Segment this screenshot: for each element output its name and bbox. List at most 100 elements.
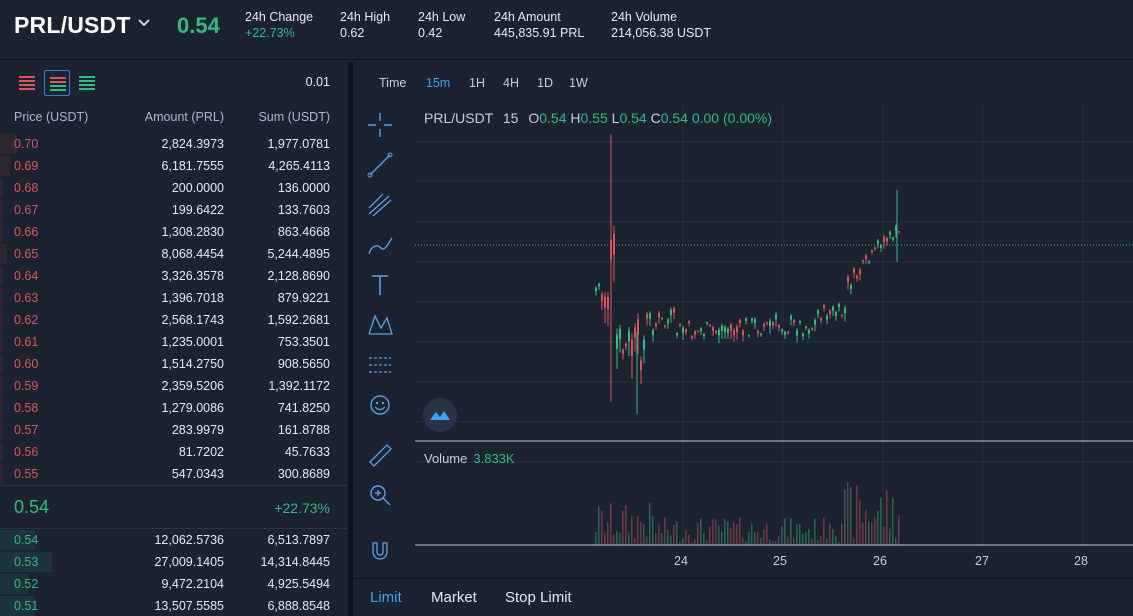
candle-body (730, 324, 732, 331)
volume-bar (613, 534, 615, 545)
candle-body (871, 250, 873, 253)
volume-bar (742, 537, 744, 545)
orderbook-row[interactable]: 0.59 2,359.5206 1,392.1172 (0, 375, 348, 397)
orderbook-row[interactable]: 0.65 8,068.4454 5,244.4895 (0, 243, 348, 265)
row-amount: 6,181.7555 (161, 159, 224, 173)
ruler-icon[interactable] (365, 440, 395, 470)
timeframe-1w[interactable]: 1W (569, 76, 588, 90)
row-amount: 1,308.2830 (161, 225, 224, 239)
orderbook-row[interactable]: 0.57 283.9979 161.8788 (0, 419, 348, 441)
zoom-in-icon[interactable] (365, 480, 395, 510)
tab-limit[interactable]: Limit (370, 589, 402, 606)
volume-bar (637, 516, 639, 545)
volume-bar (607, 522, 609, 545)
row-sum: 908.5650 (277, 357, 330, 371)
orderbook-row[interactable]: 0.67 199.6422 133.7603 (0, 199, 348, 221)
volume-bar (655, 533, 657, 545)
timeframe-15m[interactable]: 15m (426, 76, 450, 90)
volume-bar (772, 541, 774, 545)
brush-icon[interactable] (365, 230, 395, 260)
orderbook-row[interactable]: 0.64 3,326.3578 2,128.8690 (0, 265, 348, 287)
legend-low: 0.54 (619, 110, 647, 126)
orderbook-row[interactable]: 0.61 1,235.0001 753.3501 (0, 331, 348, 353)
tab-stop-limit[interactable]: Stop Limit (505, 589, 572, 606)
candle-body (667, 319, 669, 324)
row-amount: 2,568.1743 (161, 313, 224, 327)
candle-body (706, 322, 708, 324)
depth-bar (0, 288, 3, 308)
chart-panel: Time 15m 1H 4H 1D 1W PRL/USDT 15 O0.54 H… (353, 62, 1133, 576)
orderbook-row[interactable]: 0.68 200.0000 136.0000 (0, 177, 348, 199)
timeframe-1d[interactable]: 1D (537, 76, 553, 90)
x-axis-label: 27 (975, 554, 989, 568)
text-tool-icon[interactable] (365, 270, 395, 300)
orderbook-row[interactable]: 0.58 1,279.0086 741.8250 (0, 397, 348, 419)
stat-label: 24h High (340, 10, 391, 24)
row-sum: 2,128.8690 (267, 269, 330, 283)
depth-bar (0, 222, 3, 242)
magnet-icon[interactable] (365, 535, 395, 565)
depth-bar (0, 310, 3, 330)
pair-selector[interactable]: PRL/USDT (14, 12, 131, 39)
orderbook-row[interactable]: 0.63 1,396.7018 879.9221 (0, 287, 348, 309)
candle-body (814, 319, 816, 325)
timeframe-time[interactable]: Time (379, 76, 406, 90)
candle-body (682, 327, 684, 333)
pitchfork-icon[interactable] (365, 190, 395, 220)
orderbook-row[interactable]: 0.66 1,308.2830 863.4668 (0, 221, 348, 243)
view-bids-button[interactable] (74, 70, 100, 96)
timeframe-1h[interactable]: 1H (469, 76, 485, 90)
candle-body (640, 360, 642, 371)
candle-body (646, 313, 648, 319)
prediction-icon[interactable] (365, 350, 395, 380)
orderbook-row[interactable]: 0.69 6,181.7555 4,265.4113 (0, 155, 348, 177)
orderbook-row[interactable]: 0.51 13,507.5585 6,888.8548 (0, 595, 348, 616)
volume-bar (727, 521, 729, 545)
chevron-down-icon[interactable] (136, 14, 152, 30)
orderbook-row[interactable]: 0.55 547.0343 300.8689 (0, 463, 348, 485)
orderbook-row[interactable]: 0.52 9,472.2104 4,925.5494 (0, 573, 348, 595)
row-sum: 1,392.1172 (268, 379, 330, 393)
price-chart[interactable] (415, 102, 1133, 576)
trend-line-icon[interactable] (365, 150, 395, 180)
volume-bar (844, 489, 846, 545)
orderbook-row[interactable]: 0.60 1,514.2750 908.5650 (0, 353, 348, 375)
volume-bar (820, 535, 822, 545)
row-sum: 1,977.0781 (267, 137, 330, 151)
row-amount: 8,068.4454 (161, 247, 224, 261)
orderbook-row[interactable]: 0.53 27,009.1405 14,314.8445 (0, 551, 348, 573)
candle-body (838, 303, 840, 308)
candle-body (877, 240, 879, 244)
volume-value: 3.833K (473, 451, 515, 466)
volume-bar (826, 538, 828, 545)
view-both-button[interactable] (44, 70, 70, 96)
legend-c-label: C (650, 110, 661, 126)
view-asks-button[interactable] (14, 70, 40, 96)
candle-body (619, 328, 621, 339)
legend-open: 0.54 (539, 110, 567, 126)
precision-select[interactable]: 0.01 (306, 75, 330, 89)
depth-bar (0, 178, 3, 198)
x-axis-label: 25 (773, 554, 787, 568)
candle-body (742, 330, 744, 336)
emoji-icon[interactable] (365, 390, 395, 420)
orderbook-row[interactable]: 0.70 2,824.3973 1,977.0781 (0, 133, 348, 155)
pattern-icon[interactable] (365, 310, 395, 340)
tab-market[interactable]: Market (431, 589, 477, 606)
volume-bar (835, 536, 837, 545)
crosshair-icon[interactable] (365, 110, 395, 140)
candle-body (823, 305, 825, 308)
candle-body (601, 294, 603, 301)
volume-bar (622, 511, 624, 545)
orderbook-row[interactable]: 0.62 2,568.1743 1,592.2681 (0, 309, 348, 331)
orderbook-row[interactable]: 0.54 12,062.5736 6,513.7897 (0, 529, 348, 551)
stat-value: 0.42 (418, 26, 443, 40)
legend-close: 0.54 (660, 110, 688, 126)
timeframe-4h[interactable]: 4H (503, 76, 519, 90)
volume-bar (724, 519, 726, 545)
volume-bar (841, 523, 843, 545)
volume-bar (880, 497, 882, 545)
volume-bar (892, 498, 894, 545)
depth-bar (0, 156, 10, 176)
orderbook-row[interactable]: 0.56 81.7202 45.7633 (0, 441, 348, 463)
